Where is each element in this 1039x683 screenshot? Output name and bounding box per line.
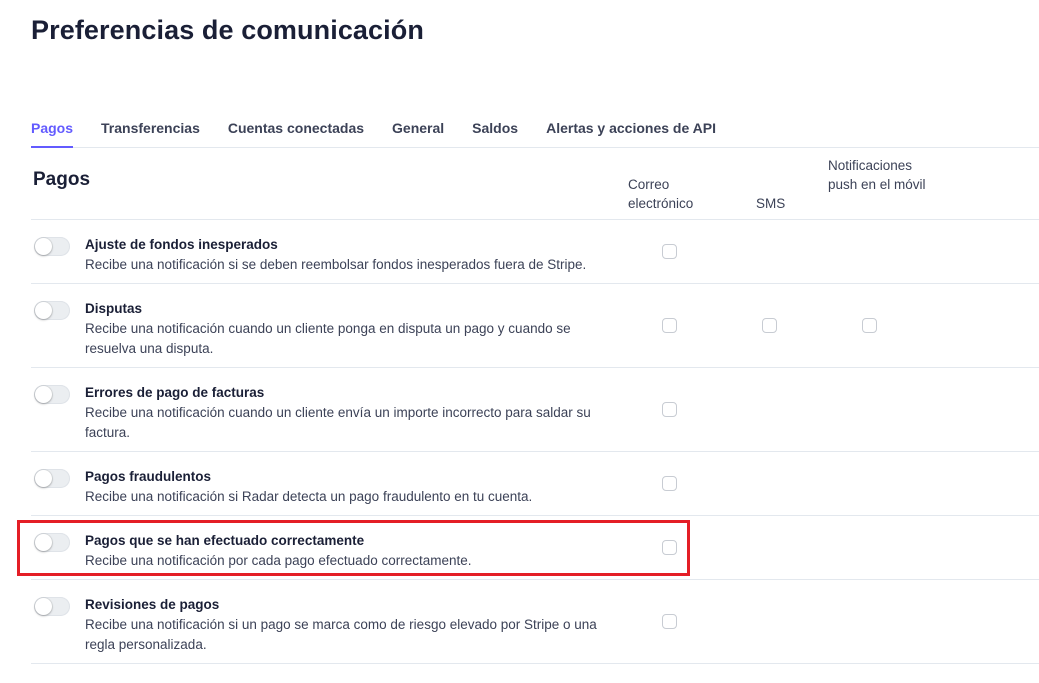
page-title: Preferencias de comunicación <box>31 15 424 45</box>
preference-description: Recibe una notificación si Radar detecta… <box>85 489 533 504</box>
sms-checkbox[interactable] <box>762 318 777 333</box>
email-checkbox[interactable] <box>662 476 677 491</box>
toggle-switch[interactable] <box>34 237 70 256</box>
toggle-knob <box>35 386 52 403</box>
preference-description: Recibe una notificación cuando un client… <box>85 321 571 356</box>
preference-row-revisiones-pagos: Revisiones de pagos Recibe una notificac… <box>31 580 1039 664</box>
preference-row-errores-facturas: Errores de pago de facturas Recibe una n… <box>31 368 1039 452</box>
email-checkbox[interactable] <box>662 244 677 259</box>
toggle-switch[interactable] <box>34 597 70 616</box>
preference-text: Pagos que se han efectuado correctamente… <box>85 531 605 571</box>
tab-saldos[interactable]: Saldos <box>472 111 518 146</box>
preference-title: Ajuste de fondos inesperados <box>85 237 278 252</box>
preference-text: Pagos fraudulentos Recibe una notificaci… <box>85 467 605 507</box>
tab-bar: Pagos Transferencias Cuentas conectadas … <box>31 111 1039 148</box>
preference-row-disputas: Disputas Recibe una notificación cuando … <box>31 284 1039 368</box>
email-checkbox[interactable] <box>662 614 677 629</box>
email-checkbox[interactable] <box>662 540 677 555</box>
tab-cuentas-conectadas[interactable]: Cuentas conectadas <box>228 111 364 146</box>
preference-row-pagos-fraudulentos: Pagos fraudulentos Recibe una notificaci… <box>31 452 1039 516</box>
preference-text: Errores de pago de facturas Recibe una n… <box>85 383 605 443</box>
preference-description: Recibe una notificación si un pago se ma… <box>85 617 597 652</box>
tab-pagos[interactable]: Pagos <box>31 111 74 148</box>
toggle-knob <box>35 238 52 255</box>
toggle-knob <box>35 470 52 487</box>
toggle-switch[interactable] <box>34 385 70 404</box>
email-checkbox[interactable] <box>662 402 677 417</box>
section-header: Pagos Correo electrónico SMS Notificacio… <box>31 150 1039 220</box>
toggle-knob <box>35 598 52 615</box>
preference-title: Pagos fraudulentos <box>85 469 212 484</box>
column-header-email: Correo electrónico <box>628 177 694 211</box>
preference-text: Revisiones de pagos Recibe una notificac… <box>85 595 605 655</box>
column-header-sms: SMS <box>756 196 786 211</box>
toggle-switch[interactable] <box>34 301 70 320</box>
tab-transferencias[interactable]: Transferencias <box>101 111 200 146</box>
email-checkbox[interactable] <box>662 318 677 333</box>
preference-description: Recibe una notificación por cada pago ef… <box>85 553 472 568</box>
toggle-knob <box>35 534 52 551</box>
preference-description: Recibe una notificación cuando un client… <box>85 405 591 440</box>
tab-general[interactable]: General <box>392 111 444 146</box>
preference-description: Recibe una notificación si se deben reem… <box>85 257 587 272</box>
preference-text: Disputas Recibe una notificación cuando … <box>85 299 605 359</box>
preferences-list: Ajuste de fondos inesperados Recibe una … <box>31 220 1039 664</box>
toggle-switch[interactable] <box>34 469 70 488</box>
toggle-knob <box>35 302 52 319</box>
section-title: Pagos <box>33 169 91 190</box>
tab-alertas-api[interactable]: Alertas y acciones de API <box>546 111 716 146</box>
preference-text: Ajuste de fondos inesperados Recibe una … <box>85 235 605 275</box>
push-checkbox[interactable] <box>862 318 877 333</box>
column-header-push: Notificaciones push en el móvil <box>828 158 926 192</box>
preference-title: Pagos que se han efectuado correctamente <box>85 533 365 548</box>
preference-row-pagos-correctos: Pagos que se han efectuado correctamente… <box>31 516 1039 580</box>
toggle-switch[interactable] <box>34 533 70 552</box>
preference-title: Revisiones de pagos <box>85 597 220 612</box>
preference-title: Errores de pago de facturas <box>85 385 265 400</box>
preference-title: Disputas <box>85 301 143 316</box>
preference-row-ajuste-fondos: Ajuste de fondos inesperados Recibe una … <box>31 220 1039 284</box>
